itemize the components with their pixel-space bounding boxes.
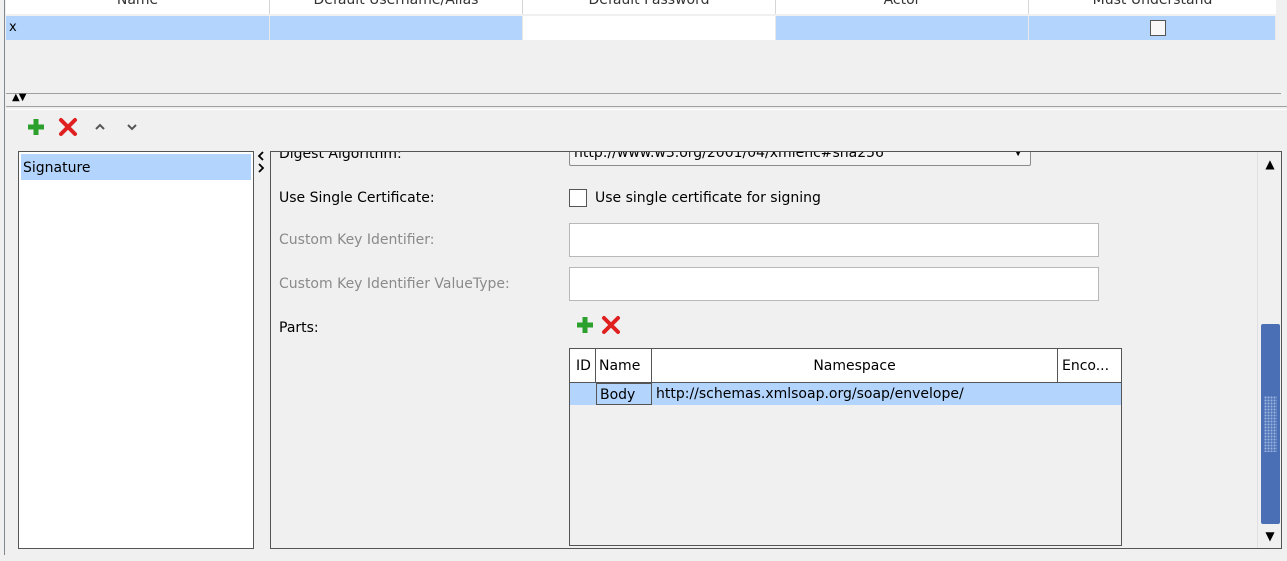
wss-configuration-panel: Name Default Username/Alias Default Pass… [0, 0, 1287, 561]
splitter-toggle[interactable]: ▲▼ [12, 93, 26, 103]
custom-key-identifier-valuetype-field[interactable] [569, 267, 1099, 301]
digest-algorithm-label: Digest Algorithm: [279, 151, 402, 162]
divider [6, 106, 1287, 107]
plus-icon[interactable] [575, 315, 595, 339]
table-row[interactable]: x [6, 16, 1276, 40]
scroll-up-icon[interactable]: ▲ [1258, 152, 1282, 176]
parts-label: Parts: [279, 320, 319, 336]
divider [6, 109, 1287, 110]
column-header-namespace[interactable]: Namespace [652, 349, 1058, 383]
scroll-down-icon[interactable]: ▼ [1258, 524, 1282, 548]
cell-username[interactable] [270, 16, 523, 40]
use-single-certificate-checkbox-label[interactable]: Use single certificate for signing [595, 190, 821, 206]
cell-password[interactable] [523, 16, 776, 40]
delete-icon[interactable] [57, 116, 79, 138]
use-single-certificate-option[interactable]: Use single certificate for signing [569, 189, 821, 207]
collapse-toggle[interactable] [257, 150, 265, 176]
chevron-up-icon[interactable] [89, 116, 111, 138]
parts-table-header: ID Name Namespace Enco... [570, 349, 1121, 383]
column-header-username[interactable]: Default Username/Alias [270, 0, 523, 14]
entries-list: Signature [18, 151, 254, 549]
column-header-name[interactable]: Name [596, 349, 652, 383]
dropdown-arrow-icon: ▼ [1014, 151, 1022, 158]
plus-icon[interactable] [25, 116, 47, 138]
vertical-scrollbar[interactable]: ▲ ▼ [1257, 152, 1281, 548]
column-header-password[interactable]: Default Password [523, 0, 776, 14]
column-header-encoding[interactable]: Enco... [1058, 349, 1121, 383]
column-header-actor[interactable]: Actor [776, 0, 1029, 14]
entries-toolbar [25, 114, 143, 140]
digest-algorithm-select[interactable]: http://www.w3.org/2001/04/xmlenc#sha256 … [569, 151, 1031, 166]
custom-key-identifier-valuetype-label: Custom Key Identifier ValueType: [279, 276, 510, 292]
table-row[interactable]: Body http://schemas.xmlsoap.org/soap/env… [570, 383, 1121, 405]
custom-key-identifier-label: Custom Key Identifier: [279, 232, 435, 248]
must-understand-checkbox[interactable] [1150, 20, 1166, 36]
scroll-thumb[interactable] [1261, 324, 1280, 524]
digest-algorithm-value: http://www.w3.org/2001/04/xmlenc#sha256 [574, 151, 884, 161]
cell-encoding[interactable] [1058, 383, 1121, 405]
grip-icon [1264, 396, 1277, 452]
column-header-name[interactable]: Name [6, 0, 270, 14]
cell-name[interactable]: x [6, 16, 270, 40]
cell-name[interactable]: Body [596, 383, 652, 405]
column-header-id[interactable]: ID [570, 349, 596, 383]
divider [6, 93, 1281, 94]
cell-id[interactable] [570, 383, 596, 405]
use-single-certificate-label: Use Single Certificate: [279, 190, 435, 206]
delete-icon[interactable] [601, 315, 621, 339]
chevron-down-icon[interactable] [121, 116, 143, 138]
parts-table: ID Name Namespace Enco... Body http://sc… [569, 348, 1122, 546]
use-single-certificate-checkbox[interactable] [569, 189, 587, 207]
top-table-header: Name Default Username/Alias Default Pass… [6, 0, 1276, 14]
column-header-must-understand[interactable]: Must Understand [1029, 0, 1276, 14]
frame-border [4, 0, 5, 555]
cell-namespace[interactable]: http://schemas.xmlsoap.org/soap/envelope… [652, 383, 1058, 405]
signature-editor: Digest Algorithm: http://www.w3.org/2001… [270, 151, 1282, 549]
parts-toolbar [575, 315, 621, 339]
list-item[interactable]: Signature [21, 154, 251, 180]
custom-key-identifier-field[interactable] [569, 223, 1099, 257]
cell-actor[interactable] [776, 16, 1029, 40]
